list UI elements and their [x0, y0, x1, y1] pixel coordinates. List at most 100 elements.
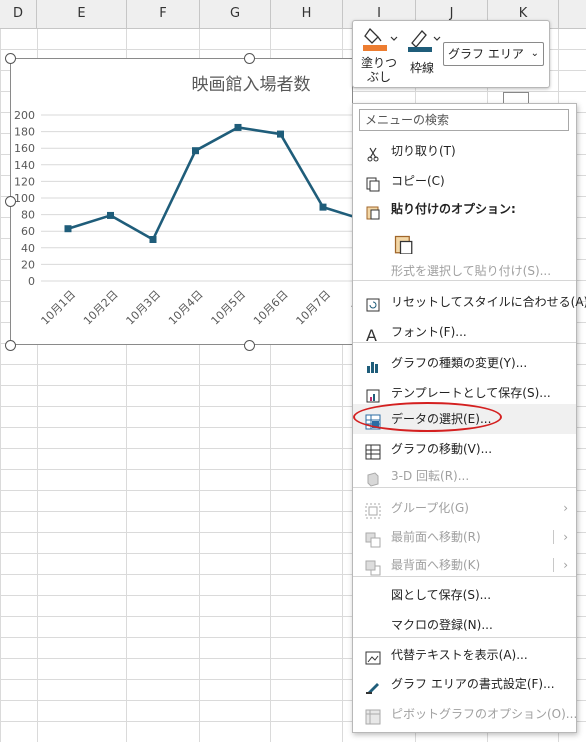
fill-label-line2: ぶし — [366, 70, 391, 84]
menu-item-chart-type[interactable]: グラフの種類の変更(Y)... — [353, 348, 576, 378]
menu-item-label: グループ化(G) — [391, 501, 469, 515]
menu-item-reset-style[interactable]: リセットしてスタイルに合わせる(A) — [353, 287, 586, 317]
highlight-annotation — [353, 402, 502, 432]
series-line — [67, 126, 354, 241]
menu-item-rotate-3d: 3-D 回転(R)... — [353, 461, 576, 491]
chevron-right-icon: › — [563, 558, 568, 572]
column-header[interactable]: F — [127, 0, 200, 28]
pen-outline-icon — [408, 30, 441, 52]
line-chart: 映画館入場者数02040608010012014016018020010月1日 1… — [14, 75, 354, 328]
chevron-right-icon: › — [563, 530, 568, 544]
menu-item-label: リセットしてスタイルに合わせる(A) — [391, 295, 586, 309]
menu-item-pivot-options: ピボットグラフのオプション(O)... — [353, 699, 578, 729]
data-point — [192, 147, 199, 155]
data-point — [107, 211, 114, 219]
data-point — [234, 123, 242, 131]
fill-bucket-icon — [363, 27, 398, 51]
data-point — [319, 203, 327, 211]
menu-item-send-back: 最背面へ移動(K) › — [353, 550, 576, 580]
y-tick-label: 80 — [21, 209, 35, 222]
paste-icon — [365, 201, 381, 220]
x-tick-label: 10月6日 — [251, 288, 291, 328]
menu-item-label: 最前面へ移動(R) — [391, 530, 481, 544]
x-tick-label: 10月5日 — [209, 288, 249, 328]
dropdown-value: グラフ エリア — [448, 47, 524, 61]
data-point — [149, 236, 157, 243]
menu-search-input[interactable]: メニューの検索 — [359, 109, 569, 131]
y-tick-label: 120 — [14, 175, 35, 188]
menu-item-label: 最背面へ移動(K) — [391, 558, 481, 572]
menu-item-label: コピー(C) — [391, 174, 445, 188]
menu-item-label: ピボットグラフのオプション(O)... — [391, 707, 578, 721]
menu-item-bring-front: 最前面へ移動(R) › — [353, 522, 576, 552]
chart-title: 映画館入場者数 — [192, 75, 311, 95]
menu-item-label: 形式を選択して貼り付け(S)... — [391, 264, 552, 278]
fill-label: 塗りつ ぶし — [359, 56, 399, 84]
y-tick-label: 40 — [21, 242, 35, 255]
data-point — [277, 130, 284, 138]
y-tick-label: 180 — [14, 126, 35, 139]
menu-item-label: 3-D 回転(R)... — [391, 469, 470, 483]
pivot-options-icon — [365, 706, 381, 725]
column-header[interactable]: H — [271, 0, 343, 28]
menu-item-label: グラフの移動(V)... — [391, 442, 493, 456]
chart-area[interactable]: 映画館入場者数 0 20 40 60 80 100 120 140 160 180 200 10月1日 1… — [10, 58, 354, 345]
chart-element-dropdown[interactable]: グラフ エリア ⌄ — [443, 42, 544, 66]
outline-button[interactable]: 枠線 — [402, 25, 442, 83]
menu-item-copy[interactable]: コピー(C) — [353, 166, 576, 196]
y-tick-label: 140 — [14, 159, 35, 172]
save-template-icon — [365, 385, 381, 403]
menu-item-item4: 形式を選択して貼り付け(S)... — [353, 256, 576, 286]
rotate-3d-icon — [365, 468, 381, 487]
resize-handle[interactable] — [244, 340, 255, 351]
outline-label: 枠線 — [409, 61, 434, 75]
menu-item-alt-text[interactable]: 代替テキストを表示(A)... — [353, 640, 576, 670]
menu-item-label: 貼り付けのオプション: — [391, 202, 516, 216]
paste-option-button[interactable] — [353, 226, 576, 260]
data-point — [64, 225, 72, 233]
resize-handle[interactable] — [5, 196, 16, 207]
x-tick-label: 10月2日 — [81, 288, 121, 328]
y-tick-label: 160 — [14, 142, 35, 155]
y-tick-label: 60 — [21, 225, 35, 238]
resize-handle[interactable] — [244, 53, 255, 64]
svg-text:A: A — [366, 327, 377, 343]
resize-handle[interactable] — [5, 340, 16, 351]
menu-item-label: フォント(F)... — [391, 325, 467, 339]
chevron-down-icon: ⌄ — [530, 48, 539, 59]
send-back-icon — [365, 557, 381, 576]
bring-front-icon — [365, 529, 381, 548]
menu-item-group: グループ化(G) › — [353, 493, 576, 523]
x-tick-label: 10月3日 — [124, 288, 164, 328]
mini-toolbar: 塗りつ ぶし 枠線 グラフ エリア ⌄ — [352, 20, 550, 88]
menu-item-label: 図として保存(S)... — [391, 588, 492, 602]
scissors-icon — [365, 143, 381, 162]
fill-button[interactable]: 塗りつ ぶし — [359, 25, 399, 84]
x-tick-label: 10月1日 — [39, 288, 79, 328]
chevron-right-icon: › — [563, 501, 568, 515]
y-tick-label: 200 — [14, 109, 35, 122]
y-tick-label: 100 — [14, 192, 35, 205]
reset-style-icon — [365, 294, 381, 312]
menu-item-label: グラフ エリアの書式設定(F)... — [391, 677, 555, 691]
format-area-icon — [365, 676, 381, 694]
fill-label-line1: 塗りつ — [360, 56, 398, 70]
menu-item-item16[interactable]: マクロの登録(N)... — [353, 610, 576, 640]
menu-item-label: グラフの種類の変更(Y)... — [391, 356, 528, 370]
menu-item-font[interactable]: A フォント(F)... — [353, 317, 576, 347]
copy-icon — [365, 173, 381, 192]
menu-item-item15[interactable]: 図として保存(S)... — [353, 580, 576, 610]
chart-type-icon — [365, 355, 381, 373]
menu-item-label: マクロの登録(N)... — [391, 618, 493, 632]
resize-handle[interactable] — [5, 53, 16, 64]
group-icon — [365, 500, 381, 519]
alt-text-icon — [365, 647, 381, 665]
menu-item-scissors[interactable]: 切り取り(T) — [353, 136, 576, 166]
font-icon: A — [365, 324, 381, 345]
menu-item-paste[interactable]: 貼り付けのオプション: — [353, 194, 576, 224]
menu-item-move-chart[interactable]: グラフの移動(V)... — [353, 434, 576, 464]
menu-item-format-area[interactable]: グラフ エリアの書式設定(F)... — [353, 669, 576, 699]
column-header[interactable]: E — [37, 0, 127, 28]
column-header[interactable]: D — [0, 0, 37, 28]
column-header[interactable]: G — [200, 0, 271, 28]
